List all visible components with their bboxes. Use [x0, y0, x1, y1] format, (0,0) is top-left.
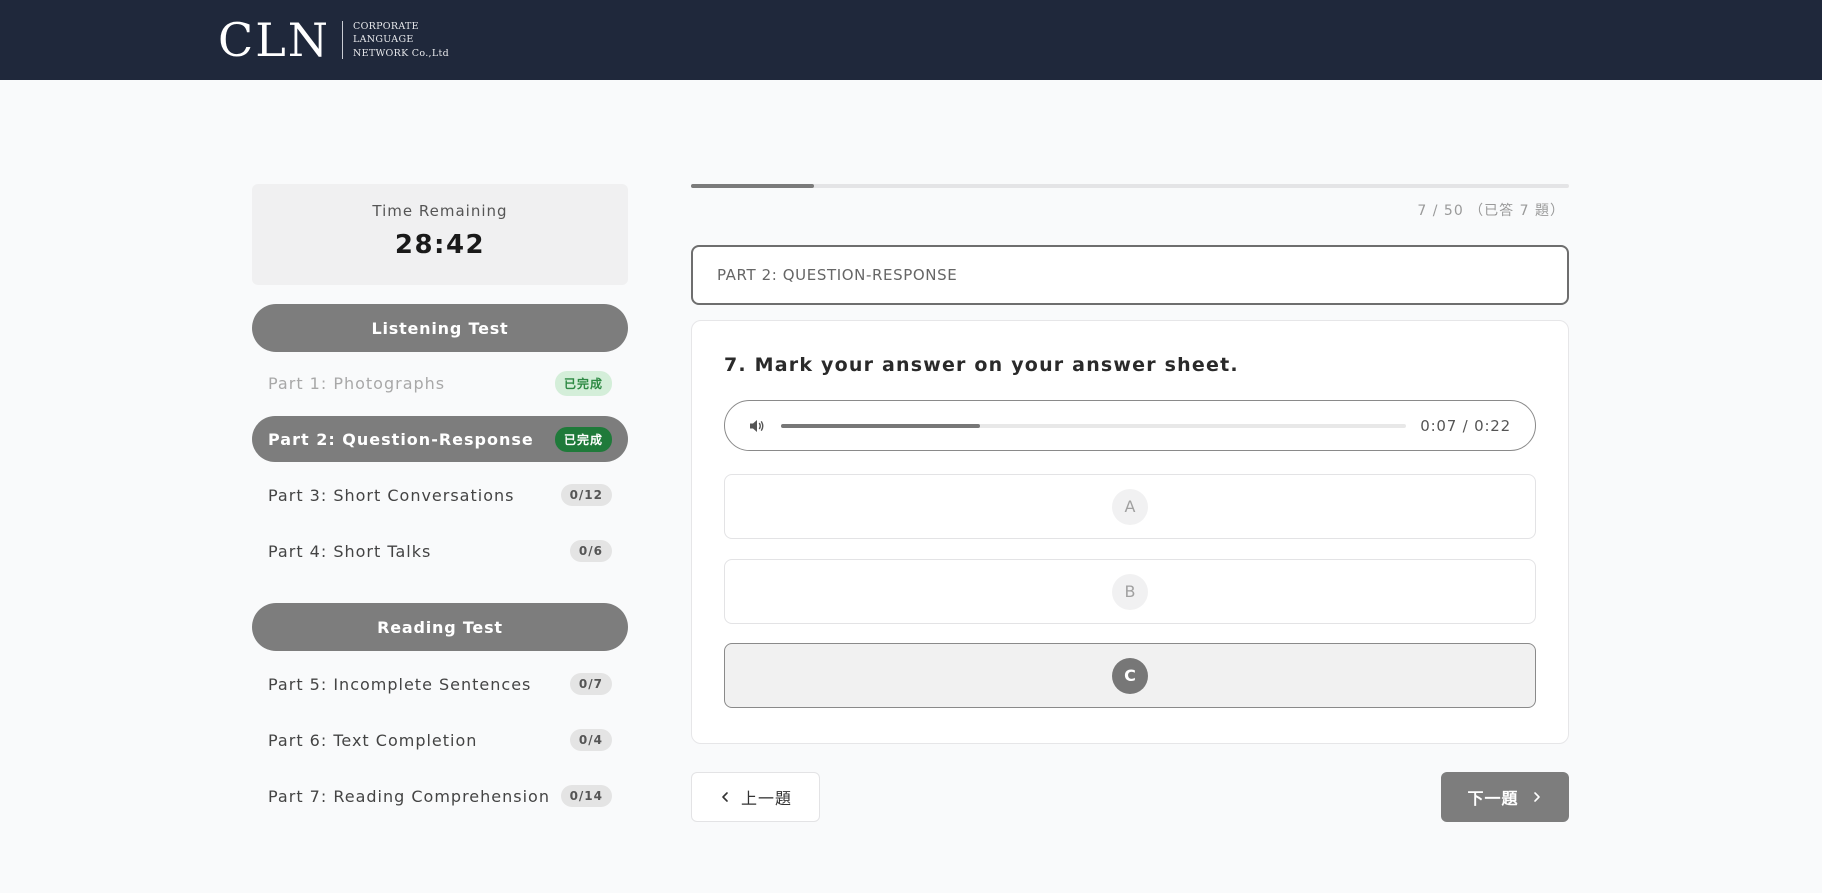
option-letter: C [1112, 657, 1148, 694]
question-title: 7. Mark your answer on your answer sheet… [724, 354, 1239, 376]
audio-seek-fill [781, 423, 980, 428]
answer-option-c[interactable]: C [724, 643, 1536, 708]
part-header: PART 2: QUESTION-RESPONSE [691, 245, 1569, 305]
sidebar-item-part-5[interactable]: Part 5: Incomplete Sentences 0/7 [252, 661, 628, 707]
sidebar-item-label: Part 2: Question-Response [268, 429, 534, 449]
listening-test-button[interactable]: Listening Test [252, 304, 628, 352]
sidebar-item-label: Part 3: Short Conversations [268, 485, 515, 505]
audio-time: 0:07 / 0:22 [1420, 416, 1511, 435]
count-badge: 0/12 [560, 484, 612, 506]
progress-bar [691, 184, 1569, 188]
chevron-right-icon [1533, 792, 1540, 802]
audio-seek-bar[interactable] [781, 423, 1407, 428]
count-badge: 0/14 [560, 785, 612, 807]
next-question-button[interactable]: 下一題 [1441, 772, 1569, 822]
count-badge: 0/7 [569, 673, 612, 695]
option-letter: A [1112, 488, 1148, 525]
sidebar: Time Remaining 28:42 Listening Test Part… [252, 184, 628, 819]
sidebar-item-part-4[interactable]: Part 4: Short Talks 0/6 [252, 528, 628, 574]
sidebar-item-part-1[interactable]: Part 1: Photographs 已完成 [252, 360, 628, 406]
progress-text: 7 / 50 （已答 7 題） [1417, 203, 1565, 219]
timer-card: Time Remaining 28:42 [252, 184, 628, 285]
logo-mark: CLN [218, 13, 330, 67]
answer-option-a[interactable]: A [724, 474, 1536, 539]
sidebar-item-part-7[interactable]: Part 7: Reading Comprehension 0/14 [252, 773, 628, 819]
logo-divider [342, 21, 343, 59]
count-badge: 0/4 [569, 729, 612, 751]
previous-label: 上一題 [740, 789, 792, 808]
sidebar-item-label: Part 7: Reading Comprehension [268, 786, 550, 806]
progress-bar-fill [691, 184, 814, 188]
option-letter: B [1112, 573, 1148, 610]
main-panel: 7 / 50 （已答 7 題） PART 2: QUESTION-RESPONS… [691, 184, 1569, 822]
logo-text: CORPORATE LANGUAGE NETWORK Co.,Ltd [353, 20, 449, 61]
sidebar-item-part-3[interactable]: Part 3: Short Conversations 0/12 [252, 472, 628, 518]
status-badge: 已完成 [554, 370, 612, 396]
previous-question-button[interactable]: 上一題 [691, 772, 820, 822]
status-badge: 已完成 [554, 426, 612, 452]
audio-player: 0:07 / 0:22 [724, 400, 1536, 451]
chevron-left-icon [722, 792, 728, 802]
count-badge: 0/6 [569, 540, 612, 562]
sidebar-item-label: Part 4: Short Talks [268, 541, 432, 561]
question-nav: 上一題 下一題 [691, 772, 1569, 822]
logo-line-1: CORPORATE [353, 20, 419, 32]
next-label: 下一題 [1467, 789, 1519, 808]
answer-option-b[interactable]: B [724, 559, 1536, 624]
timer-label: Time Remaining [372, 202, 508, 220]
reading-test-button[interactable]: Reading Test [252, 603, 628, 651]
top-bar: CLN CORPORATE LANGUAGE NETWORK Co.,Ltd [0, 0, 1822, 80]
logo-line-2: LANGUAGE [353, 34, 414, 46]
speaker-icon[interactable] [747, 416, 767, 436]
sidebar-item-part-6[interactable]: Part 6: Text Completion 0/4 [252, 717, 628, 763]
logo-line-3: NETWORK Co.,Ltd [353, 47, 449, 59]
sidebar-item-label: Part 6: Text Completion [268, 730, 478, 750]
sidebar-item-label: Part 5: Incomplete Sentences [268, 674, 532, 694]
timer-value: 28:42 [394, 230, 486, 260]
sidebar-item-label: Part 1: Photographs [268, 373, 446, 393]
sidebar-item-part-2[interactable]: Part 2: Question-Response 已完成 [252, 416, 628, 462]
question-card: 7. Mark your answer on your answer sheet… [691, 320, 1569, 744]
company-logo[interactable]: CLN CORPORATE LANGUAGE NETWORK Co.,Ltd [218, 13, 449, 67]
